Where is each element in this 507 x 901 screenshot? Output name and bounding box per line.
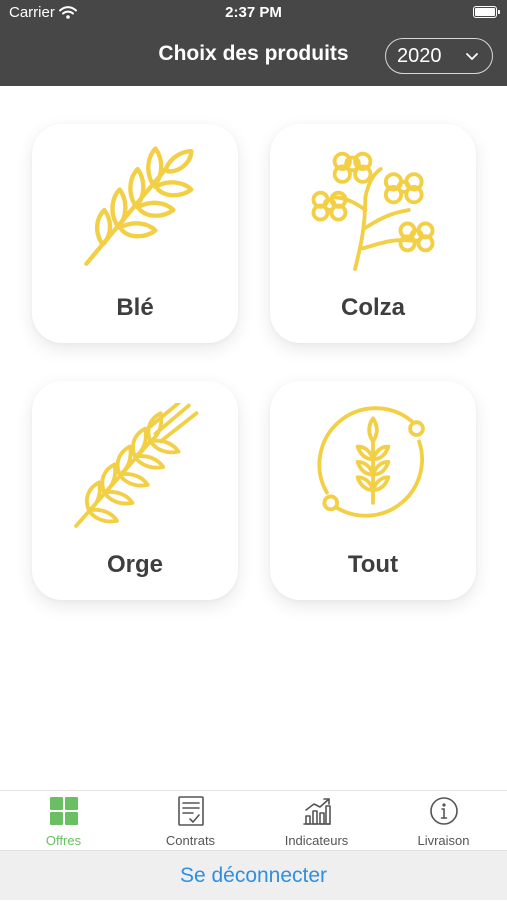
tab-indicateurs[interactable]: Indicateurs xyxy=(253,791,380,851)
product-card-ble[interactable]: Blé xyxy=(32,124,238,343)
logout-button[interactable]: Se déconnecter xyxy=(0,850,507,900)
year-value: 2020 xyxy=(397,44,442,67)
tab-label: Livraison xyxy=(417,833,470,848)
battery-icon xyxy=(473,6,500,18)
product-label: Blé xyxy=(116,294,154,321)
tab-offres[interactable]: Offres xyxy=(0,791,127,851)
product-card-colza[interactable]: Colza xyxy=(270,124,476,343)
product-label: Orge xyxy=(106,551,163,578)
product-label: Colza xyxy=(340,294,405,321)
tab-contrats[interactable]: Contrats xyxy=(127,791,254,851)
barley-icon xyxy=(74,403,199,528)
wheat-icon xyxy=(84,146,194,266)
grid-icon xyxy=(49,797,78,825)
product-label: Tout xyxy=(347,551,399,578)
tab-bar: Offres Contrats Indicateurs Livraison xyxy=(0,790,507,851)
tab-livraison[interactable]: Livraison xyxy=(380,791,507,851)
info-icon xyxy=(429,797,458,825)
tab-label: Indicateurs xyxy=(284,833,349,848)
logout-label: Se déconnecter xyxy=(179,864,328,887)
product-card-tout[interactable]: Tout xyxy=(270,381,476,600)
all-crops-icon xyxy=(317,406,425,518)
rapeseed-flower-icon xyxy=(311,151,435,271)
tab-label: Contrats xyxy=(165,833,216,848)
contract-icon xyxy=(177,796,204,826)
chevron-down-icon xyxy=(466,53,478,60)
year-dropdown[interactable]: 2020 xyxy=(385,38,493,74)
tab-label: Offres xyxy=(45,833,82,848)
top-bar: Carrier 2:37 PM Choix des produits 2020 xyxy=(0,0,507,86)
product-card-orge[interactable]: Orge xyxy=(32,381,238,600)
status-time: 2:37 PM xyxy=(225,4,282,21)
chart-icon xyxy=(302,798,331,825)
